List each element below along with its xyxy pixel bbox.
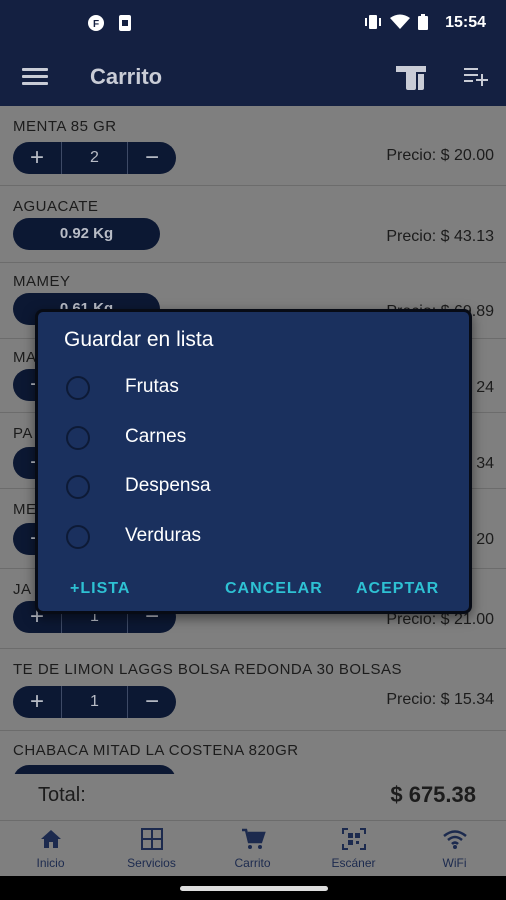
nav-item-servicios[interactable]: Servicios — [101, 827, 202, 870]
accept-button[interactable]: ACEPTAR — [356, 580, 439, 598]
list-option-despensa[interactable]: Despensa — [66, 467, 446, 507]
brand-logo-icon[interactable] — [394, 62, 428, 92]
page-title: Carrito — [90, 64, 163, 89]
radio-button[interactable] — [66, 525, 90, 549]
item-price: Precio: $ 20.00 — [386, 147, 494, 164]
option-label: Despensa — [125, 475, 211, 496]
radio-button[interactable] — [66, 376, 90, 400]
nav-item-wifi[interactable]: WiFi — [404, 827, 505, 870]
cart-item: CHABACA MITAD LA COSTENA 820GR — [0, 731, 506, 780]
item-name: PA — [13, 425, 33, 442]
gesture-bar — [0, 876, 506, 900]
battery-icon — [418, 14, 428, 30]
cart-item: AGUACATE 0.92 Kg Precio: $ 43.13 — [0, 186, 506, 263]
cart-item: MENTA 85 GR + 2 − Precio: $ 20.00 — [0, 106, 506, 186]
nav-item-carrito[interactable]: Carrito — [202, 827, 303, 870]
status-bar: F 15:54 — [0, 0, 506, 48]
cancel-button[interactable]: CANCELAR — [225, 580, 323, 598]
nav-label: Servicios — [127, 856, 176, 870]
list-option-frutas[interactable]: Frutas — [66, 368, 446, 408]
nav-item-inicio[interactable]: Inicio — [0, 827, 101, 870]
option-label: Verduras — [125, 525, 202, 546]
item-name: MENTA 85 GR — [13, 118, 117, 135]
decrease-button[interactable]: − — [128, 686, 176, 718]
item-name: JA — [13, 581, 32, 598]
option-label: Carnes — [125, 426, 187, 447]
app-bar: Carrito — [0, 48, 506, 106]
bottom-nav: Inicio Servicios Carrito Escáner WiFi — [0, 820, 506, 876]
nav-label: Escáner — [331, 856, 376, 870]
cart-item: TE DE LIMON LAGGS BOLSA REDONDA 30 BOLSA… — [0, 649, 506, 731]
menu-icon[interactable] — [22, 68, 48, 86]
radio-button[interactable] — [66, 426, 90, 450]
nav-label: Carrito — [234, 856, 271, 870]
list-option-verduras[interactable]: Verduras — [66, 517, 446, 557]
nav-item-escaner[interactable]: Escáner — [303, 827, 404, 870]
cart-icon — [241, 828, 266, 849]
quantity-value: 1 — [61, 686, 128, 718]
dialog-title: Guardar en lista — [64, 328, 214, 351]
increase-button[interactable]: + — [13, 142, 61, 174]
item-price: Precio: $ 43.13 — [386, 228, 494, 245]
item-price: Precio: $ 15.34 — [386, 691, 494, 708]
playlist-add-icon[interactable] — [464, 66, 490, 88]
save-to-list-dialog: Guardar en lista Frutas Carnes Despensa … — [35, 309, 472, 614]
item-name: CHABACA MITAD LA COSTENA 820GR — [13, 742, 299, 759]
increase-button[interactable]: + — [13, 686, 61, 718]
grid-icon — [140, 828, 163, 850]
item-name: MAMEY — [13, 273, 71, 290]
weight-button[interactable]: 0.92 Kg — [13, 218, 160, 250]
wifi-status-icon — [390, 14, 410, 29]
total-label: Total: — [38, 784, 86, 806]
add-list-button[interactable]: +LISTA — [70, 580, 130, 598]
total-value: $ 675.38 — [390, 782, 476, 807]
item-name: ME — [13, 501, 37, 518]
option-label: Frutas — [125, 376, 179, 397]
radio-button[interactable] — [66, 475, 90, 499]
nav-label: Inicio — [36, 856, 65, 870]
item-name: AGUACATE — [13, 198, 99, 215]
svg-text:F: F — [93, 19, 99, 30]
item-name: MA — [13, 349, 37, 366]
quantity-stepper[interactable]: + 1 − — [13, 686, 176, 718]
decrease-button[interactable]: − — [128, 142, 176, 174]
home-gesture-handle[interactable] — [180, 886, 328, 891]
quantity-stepper[interactable]: + 2 − — [13, 142, 176, 174]
total-bar: Total: $ 675.38 — [0, 774, 506, 820]
nav-label: WiFi — [442, 856, 467, 870]
qr-scan-icon — [341, 828, 366, 850]
list-option-carnes[interactable]: Carnes — [66, 418, 446, 458]
vibrate-icon — [365, 15, 381, 29]
status-time: 15:54 — [445, 14, 486, 31]
wifi-icon — [442, 830, 467, 849]
quantity-value: 2 — [61, 142, 128, 174]
item-name: TE DE LIMON LAGGS BOLSA REDONDA 30 BOLSA… — [13, 661, 402, 678]
sim-card-icon — [119, 15, 131, 31]
data-saver-icon: F — [88, 15, 104, 31]
home-icon — [40, 830, 61, 848]
